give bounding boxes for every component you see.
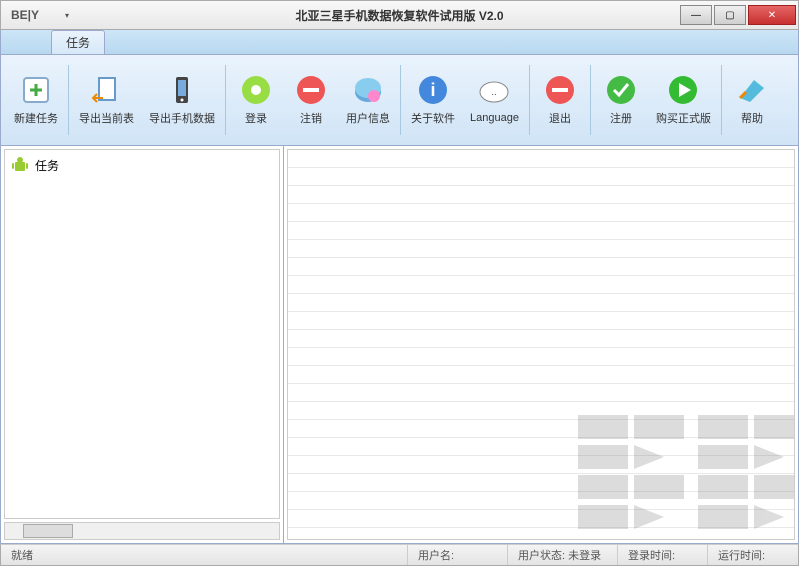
info-icon: i — [417, 74, 449, 106]
help-icon — [736, 74, 768, 106]
language-icon: .. — [478, 76, 510, 108]
play-icon — [667, 74, 699, 106]
horizontal-scrollbar[interactable] — [4, 522, 280, 540]
export-phone-button[interactable]: 导出手机数据 — [142, 58, 222, 142]
ribbon-toolbar: 新建任务 导出当前表 导出手机数据 登录 注销 用户信息 i 关于软件 .. L… — [0, 54, 799, 146]
login-label: 登录 — [245, 110, 267, 126]
left-pane: 任务 — [1, 146, 284, 543]
login-button[interactable]: 登录 — [229, 58, 283, 142]
tab-tasks[interactable]: 任务 — [51, 30, 105, 54]
content-pane[interactable] — [287, 149, 795, 540]
about-label: 关于软件 — [411, 110, 455, 126]
status-ready: 就绪 — [1, 545, 408, 565]
tree-root-item[interactable]: 任务 — [11, 156, 273, 174]
maximize-button[interactable]: ▢ — [714, 5, 746, 25]
logout-icon — [295, 74, 327, 106]
buy-button[interactable]: 购买正式版 — [649, 58, 718, 142]
export-phone-label: 导出手机数据 — [149, 110, 215, 126]
separator — [400, 65, 401, 135]
phone-icon — [166, 74, 198, 106]
window-title: 北亚三星手机数据恢复软件试用版 V2.0 — [295, 7, 503, 24]
new-task-label: 新建任务 — [14, 110, 58, 126]
titlebar: BE|Y ▾ 北亚三星手机数据恢复软件试用版 V2.0 — ▢ ✕ — [0, 0, 799, 30]
help-button[interactable]: 帮助 — [725, 58, 779, 142]
export-table-icon — [91, 74, 123, 106]
close-button[interactable]: ✕ — [748, 5, 796, 25]
work-area: 任务 — [0, 146, 799, 544]
qat-dropdown-icon[interactable]: ▾ — [65, 11, 69, 20]
user-info-label: 用户信息 — [346, 110, 390, 126]
export-table-button[interactable]: 导出当前表 — [72, 58, 141, 142]
minimize-button[interactable]: — — [680, 5, 712, 25]
register-button[interactable]: 注册 — [594, 58, 648, 142]
watermark — [578, 415, 795, 529]
status-userstate-label: 用户状态: — [518, 547, 565, 563]
language-label: Language — [470, 112, 519, 124]
status-userstate: 用户状态: 未登录 — [508, 545, 618, 565]
app-logo: BE|Y — [5, 1, 45, 29]
tree-root-label: 任务 — [35, 157, 59, 174]
help-label: 帮助 — [741, 110, 763, 126]
logout-label: 注销 — [300, 110, 322, 126]
buy-label: 购买正式版 — [656, 110, 711, 126]
svg-text:i: i — [430, 80, 435, 100]
register-label: 注册 — [610, 110, 632, 126]
new-task-button[interactable]: 新建任务 — [7, 58, 65, 142]
status-logintime: 登录时间: — [618, 545, 708, 565]
svg-text:..: .. — [492, 87, 498, 98]
exit-button[interactable]: 退出 — [533, 58, 587, 142]
user-info-icon — [352, 74, 384, 106]
login-icon — [240, 74, 272, 106]
language-button[interactable]: .. Language — [463, 58, 526, 142]
logout-button[interactable]: 注销 — [284, 58, 338, 142]
ribbon-tabstrip: 任务 — [0, 30, 799, 54]
exit-icon — [544, 74, 576, 106]
android-icon — [11, 156, 29, 174]
user-info-button[interactable]: 用户信息 — [339, 58, 397, 142]
scrollbar-thumb[interactable] — [23, 524, 73, 538]
separator — [590, 65, 591, 135]
exit-label: 退出 — [549, 110, 571, 126]
about-button[interactable]: i 关于软件 — [404, 58, 462, 142]
separator — [721, 65, 722, 135]
status-userstate-value: 未登录 — [568, 547, 601, 563]
new-task-icon — [20, 74, 52, 106]
separator — [68, 65, 69, 135]
status-runtime: 运行时间: — [708, 545, 798, 565]
task-tree[interactable]: 任务 — [4, 149, 280, 519]
status-username: 用户名: — [408, 545, 508, 565]
window-controls: — ▢ ✕ — [680, 5, 798, 25]
check-icon — [605, 74, 637, 106]
separator — [529, 65, 530, 135]
export-table-label: 导出当前表 — [79, 110, 134, 126]
status-bar: 就绪 用户名: 用户状态: 未登录 登录时间: 运行时间: — [0, 544, 799, 566]
separator — [225, 65, 226, 135]
